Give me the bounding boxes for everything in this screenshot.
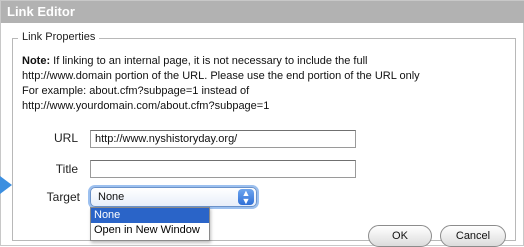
note-line-4: http://www.yourdomain.com/about.cfm?subp… (22, 100, 270, 112)
target-label: Target (46, 190, 80, 204)
note-text: Note: If linking to an internal page, it… (22, 54, 512, 114)
dialog-title: Link Editor (7, 4, 75, 19)
target-dropdown-list: None Open in New Window (90, 207, 210, 241)
cancel-button[interactable]: Cancel (440, 225, 506, 247)
note-line-1: If linking to an internal page, it is no… (50, 55, 368, 67)
title-label: Title (55, 162, 78, 176)
updown-arrows-icon: ▲ ▼ (238, 189, 254, 206)
target-select[interactable]: None ▲ ▼ (90, 187, 257, 207)
target-select-value: None (98, 191, 125, 203)
target-option-new-window[interactable]: Open in New Window (91, 223, 209, 238)
ok-button[interactable]: OK (368, 225, 432, 247)
note-line-2: http://www.domain portion of the URL. Pl… (22, 70, 420, 82)
note-line-3: For example: about.cfm?subpage=1 instead… (22, 85, 250, 97)
target-option-none[interactable]: None (91, 208, 209, 223)
url-label: URL (53, 131, 78, 145)
note-label: Note: (22, 55, 51, 67)
arrow-pointer-icon (0, 176, 12, 194)
title-input[interactable] (90, 160, 356, 178)
title-bar: Link Editor (1, 1, 524, 23)
fieldset-legend: Link Properties (18, 31, 100, 43)
url-input[interactable] (90, 130, 356, 148)
